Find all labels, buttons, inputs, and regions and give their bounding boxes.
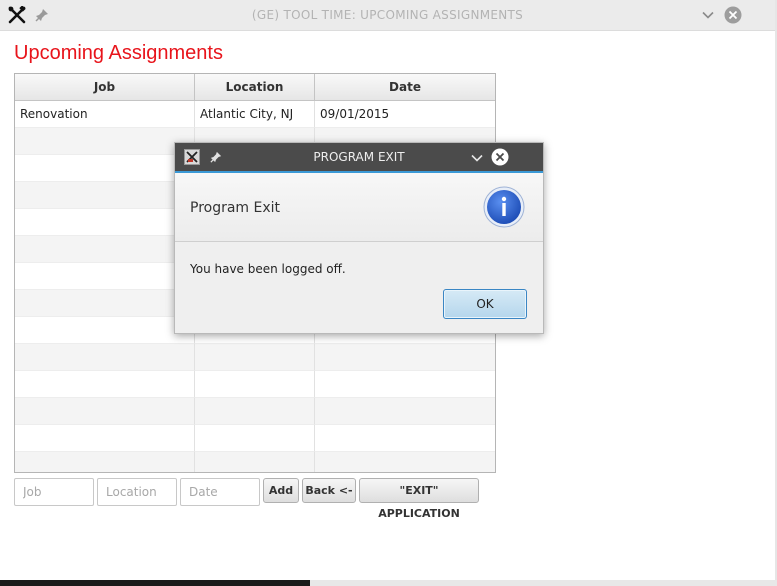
main-titlebar: (GE) TOOL TIME: UPCOMING ASSIGNMENTS [0,0,775,31]
info-icon [483,186,525,228]
table-row[interactable]: Renovation Atlantic City, NJ 09/01/2015 [15,101,495,128]
empty-row [15,344,495,371]
dialog-message: You have been logged off. [190,262,346,276]
empty-row [15,425,495,452]
add-button[interactable]: Add [263,478,299,503]
ok-button[interactable]: OK [443,289,527,319]
close-icon[interactable] [491,148,509,166]
edge-mark [773,72,777,78]
page-title: Upcoming Assignments [14,42,223,64]
taskbar-strip [0,580,777,586]
job-input[interactable] [14,478,94,506]
dialog-header: Program Exit [175,173,543,242]
chevron-down-icon[interactable] [470,151,484,165]
exit-application-button[interactable]: "EXIT" APPLICATION [359,478,479,520]
chevron-down-icon[interactable] [701,8,715,22]
close-icon[interactable] [724,6,742,24]
column-header-date[interactable]: Date [315,74,495,100]
empty-row [15,398,495,425]
cell-job: Renovation [15,101,195,128]
location-input[interactable] [97,478,177,506]
cell-location: Atlantic City, NJ [195,101,315,128]
dialog-title: PROGRAM EXIT [313,150,405,164]
program-exit-dialog: PROGRAM EXIT Program Exit You have been … [174,142,544,334]
date-input[interactable] [180,478,260,506]
window-title: (GE) TOOL TIME: UPCOMING ASSIGNMENTS [251,8,524,22]
cell-date: 09/01/2015 [315,101,495,128]
back-button[interactable]: Back <- [302,478,356,503]
dialog-titlebar: PROGRAM EXIT [175,143,543,173]
empty-row [15,371,495,398]
column-header-location[interactable]: Location [195,74,315,100]
dialog-heading: Program Exit [190,200,281,216]
column-header-job[interactable]: Job [15,74,195,100]
empty-row [15,452,495,472]
table-header: Job Location Date [15,74,495,101]
